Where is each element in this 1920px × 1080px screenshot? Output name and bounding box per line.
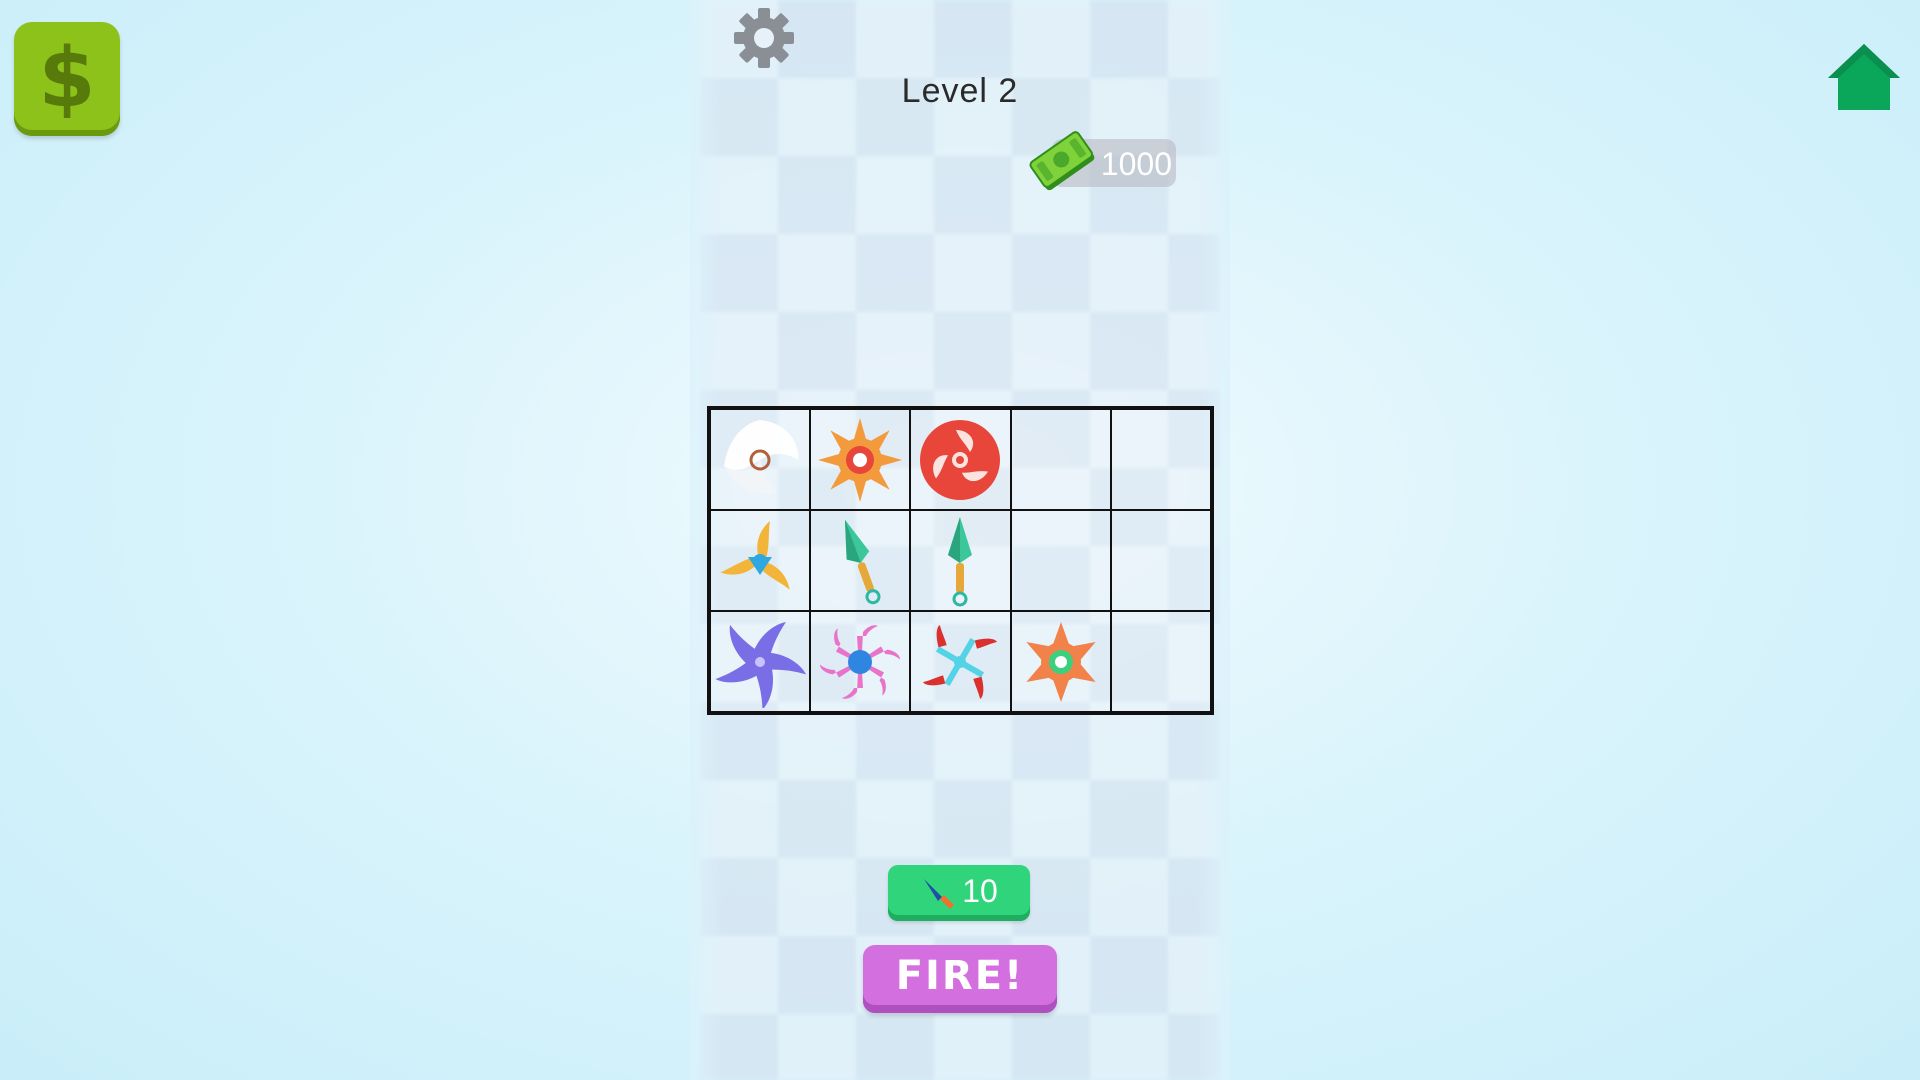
fire-button-label: FIRE! (895, 953, 1025, 999)
board-cell[interactable] (810, 510, 911, 611)
board-cell[interactable] (910, 510, 1011, 611)
board-cell[interactable] (710, 611, 811, 712)
dollar-icon: $ (38, 34, 95, 124)
board-cell[interactable] (810, 611, 911, 712)
fire-button[interactable]: FIRE! (863, 945, 1057, 1013)
merge-board (707, 406, 1214, 715)
money-value: 1000 (1100, 146, 1172, 182)
board-cell[interactable] (710, 409, 811, 510)
kunai-icon (948, 516, 973, 606)
star-shuriken-icon (818, 417, 903, 502)
star-shuriken-icon (1026, 621, 1096, 702)
home-icon[interactable] (1826, 40, 1902, 116)
board-cell[interactable] (910, 611, 1011, 712)
knife-icon (924, 879, 955, 909)
round-shuriken-icon (724, 419, 799, 494)
board-cell-empty[interactable] (1010, 409, 1111, 510)
three-blade-shuriken-icon (720, 520, 790, 590)
board-cell[interactable] (810, 409, 911, 510)
ammo-counter-button[interactable]: 10 (888, 865, 1030, 921)
board-cell-empty[interactable] (1110, 611, 1211, 712)
board-cell[interactable] (1010, 611, 1111, 712)
gear-icon[interactable] (730, 4, 798, 72)
board-cell-empty[interactable] (1110, 409, 1211, 510)
kunai-icon (845, 519, 881, 604)
svg-text:$: $ (38, 34, 95, 124)
cash-icon (1029, 131, 1095, 191)
claw-shuriken-icon (923, 624, 998, 699)
board-cell-empty[interactable] (1110, 510, 1211, 611)
ammo-count: 10 (962, 873, 998, 909)
claw-shuriken-icon (820, 624, 901, 699)
shop-button[interactable]: $ (14, 22, 120, 136)
swirl-shuriken-icon (715, 621, 807, 708)
board-cell[interactable] (710, 510, 811, 611)
board-cell[interactable] (910, 409, 1011, 510)
level-title: Level 2 (901, 72, 1019, 110)
board-cell-empty[interactable] (1010, 510, 1111, 611)
spiral-shuriken-icon (920, 419, 1001, 500)
